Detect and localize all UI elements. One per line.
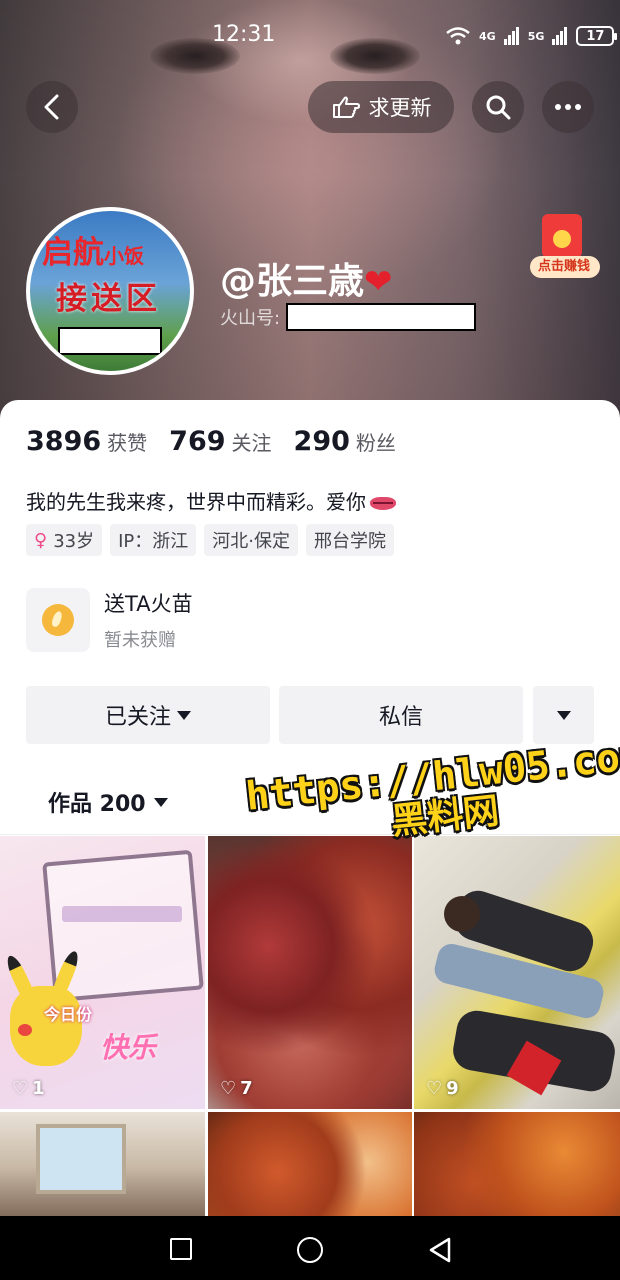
avatar[interactable]: 启航小饭 接送区 [26, 207, 194, 375]
like-count: ♡ 1 [12, 1078, 45, 1099]
pikachu-cheek [18, 1024, 32, 1036]
stat-following-value: 769 [169, 426, 226, 457]
like-count-value: 9 [446, 1078, 459, 1099]
back-button[interactable] [26, 81, 78, 133]
bio-text: 我的先生我来疼，世界中而精彩。爱你 [26, 490, 366, 514]
gift-box [26, 588, 90, 652]
network-5g-label: 5G [527, 29, 545, 43]
tag-age-text: 33岁 [53, 531, 95, 552]
huoshan-id-row: 火山号: [220, 303, 477, 331]
search-icon [486, 95, 511, 120]
stat-likes[interactable]: 3896 获赞 [26, 426, 147, 457]
signal-icon-2 [552, 27, 568, 45]
tag-location[interactable]: 河北·保定 [204, 524, 298, 556]
lips-icon [370, 497, 396, 510]
like-count-value: 7 [240, 1078, 253, 1099]
heart-outline-icon: ♡ [12, 1078, 29, 1099]
stats-row: 3896 获赞 769 关注 290 粉丝 [26, 426, 396, 457]
avatar-text-line2: 接送区 [56, 281, 161, 317]
stat-following-label: 关注 [231, 431, 272, 455]
avatar-redaction [58, 327, 162, 355]
tag-ip: IP：浙江 [110, 524, 197, 556]
avatar-text-main: 启航 [42, 235, 104, 271]
stat-followers[interactable]: 290 粉丝 [294, 426, 396, 457]
overlay-happy-text: 快乐 [100, 1031, 157, 1064]
works-tab[interactable]: 作品 200 [48, 786, 168, 818]
caret-down-icon [177, 710, 191, 720]
message-button[interactable]: 私信 [279, 686, 523, 744]
message-label: 私信 [378, 705, 423, 730]
flame-coin-icon [42, 604, 74, 636]
battery-indicator: 17 [576, 26, 618, 46]
status-time: 12:31 [212, 22, 276, 47]
chevron-left-icon [44, 94, 59, 120]
more-actions-button[interactable] [533, 686, 594, 744]
like-count: ♡ 9 [426, 1078, 459, 1099]
heart-outline-icon: ♡ [220, 1078, 237, 1099]
stat-followers-value: 290 [293, 426, 350, 457]
tag-school[interactable]: 邢台学院 [306, 524, 394, 556]
stat-followers-label: 粉丝 [355, 431, 396, 455]
red-packet-button[interactable]: 点击赚钱 [528, 212, 602, 280]
huoshan-id-label: 火山号: [220, 308, 281, 329]
home-button[interactable] [297, 1237, 323, 1263]
huoshan-id-redaction [286, 303, 477, 331]
nickname-text: @张三歳 [220, 261, 365, 302]
caret-down-icon [556, 710, 571, 720]
work-thumbnail-6[interactable] [414, 1112, 620, 1222]
female-icon: ♀ [34, 529, 48, 551]
tag-location-text: 河北·保定 [212, 531, 290, 552]
work-thumbnail-5[interactable] [208, 1112, 412, 1222]
gift-subtitle: 暂未获赠 [104, 630, 176, 651]
gift-flame-entry[interactable]: 送TA火苗 暂未获赠 [26, 588, 193, 652]
photo-figure-head [444, 896, 480, 932]
stat-following[interactable]: 769 关注 [169, 426, 271, 457]
following-label: 已关注 [104, 705, 171, 730]
nickname: @张三歳❤ [220, 252, 393, 304]
works-label: 作品 200 [48, 792, 146, 817]
work-thumbnail-4[interactable] [0, 1112, 205, 1222]
more-dots-icon [555, 104, 581, 110]
like-count-value: 1 [32, 1078, 45, 1099]
heart-outline-icon: ♡ [426, 1078, 443, 1099]
gift-title: 送TA火苗 [104, 592, 193, 616]
wifi-icon [446, 27, 470, 45]
coin-icon [553, 230, 571, 248]
overlay-today-text: 今日份 [44, 1005, 93, 1024]
caret-down-icon [153, 797, 168, 807]
following-button[interactable]: 已关注 [26, 686, 270, 744]
hand-point-icon [332, 96, 360, 118]
tag-ip-text: IP：浙江 [118, 531, 189, 552]
gift-text: 送TA火苗 暂未获赠 [104, 588, 193, 652]
tag-row: ♀ 33岁 IP：浙江 河北·保定 邢台学院 [26, 524, 394, 556]
network-4g-label: 4G [479, 29, 496, 43]
battery-level: 17 [586, 28, 605, 44]
work-thumbnail-1[interactable]: 今日份 快乐 ♡ 1 [0, 836, 205, 1109]
request-update-label: 求更新 [368, 96, 432, 120]
request-update-button[interactable]: 求更新 [308, 81, 454, 133]
stat-likes-value: 3896 [26, 426, 102, 457]
stat-likes-label: 获赞 [107, 431, 148, 455]
work-thumbnail-2[interactable]: ♡ 7 [208, 836, 412, 1109]
signal-icon [503, 27, 519, 45]
heart-icon: ❤ [364, 262, 393, 302]
recent-apps-button[interactable] [170, 1238, 192, 1260]
more-button[interactable] [542, 81, 594, 133]
system-nav-bar [0, 1216, 620, 1280]
search-button[interactable] [472, 81, 524, 133]
status-icons: 4G 5G 17 [445, 24, 618, 48]
avatar-text-small: 小饭 [104, 244, 144, 268]
photo-window [36, 1124, 126, 1194]
blurred-text [62, 906, 182, 922]
profile-page: 12:31 4G 5G 17 求更新 点击赚钱 启航小饭 接送区 @张三歳❤ 火… [0, 0, 620, 1280]
like-count: ♡ 7 [220, 1078, 253, 1099]
back-triangle-icon[interactable] [428, 1236, 452, 1264]
tag-age: ♀ 33岁 [26, 524, 103, 556]
work-thumbnail-3[interactable]: ♡ 9 [414, 836, 620, 1109]
bio: 我的先生我来疼，世界中而精彩。爱你 [26, 486, 396, 515]
red-packet-label: 点击赚钱 [530, 256, 600, 278]
tag-school-text: 邢台学院 [314, 531, 386, 552]
avatar-text-line1: 启航小饭 [42, 227, 144, 272]
